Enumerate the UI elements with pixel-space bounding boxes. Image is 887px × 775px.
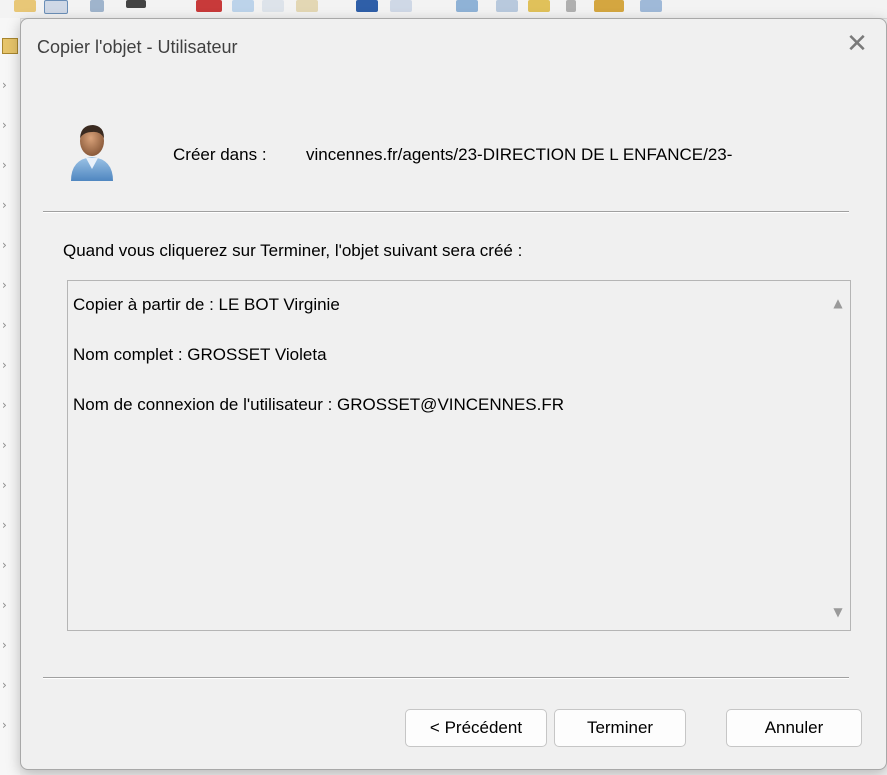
chevron-right-icon: › xyxy=(2,318,7,332)
toolbar-icon xyxy=(356,0,378,12)
chevron-right-icon: › xyxy=(2,238,7,252)
folder-icon xyxy=(2,38,18,54)
summary-line: Nom complet : GROSSET Violeta xyxy=(73,345,327,364)
toolbar-icon xyxy=(44,0,68,14)
summary-scrollbar[interactable]: ▲ ▼ xyxy=(826,281,850,630)
scroll-up-arrow-icon[interactable]: ▲ xyxy=(826,293,850,313)
toolbar-icon xyxy=(232,0,254,12)
chevron-right-icon: › xyxy=(2,678,7,692)
previous-button[interactable]: < Précédent xyxy=(405,709,547,747)
chevron-right-icon: › xyxy=(2,638,7,652)
cancel-button[interactable]: Annuler xyxy=(726,709,862,747)
chevron-right-icon: › xyxy=(2,558,7,572)
toolbar-icon xyxy=(90,0,104,12)
summary-textbox[interactable]: Copier à partir de : LE BOT Virginie Nom… xyxy=(67,280,851,631)
chevron-right-icon: › xyxy=(2,278,7,292)
user-icon xyxy=(71,125,113,181)
toolbar-icon xyxy=(528,0,550,12)
create-in-path: vincennes.fr/agents/23-DIRECTION DE L EN… xyxy=(306,145,733,164)
toolbar-icon xyxy=(14,0,36,12)
toolbar-icon xyxy=(390,0,412,12)
instruction-text: Quand vous cliquerez sur Terminer, l'obj… xyxy=(63,241,523,260)
toolbar-icon xyxy=(566,0,576,12)
dialog-title: Copier l'objet - Utilisateur xyxy=(37,37,238,57)
dialog-titlebar[interactable]: Copier l'objet - Utilisateur ✕ xyxy=(21,19,886,75)
chevron-right-icon: › xyxy=(2,118,7,132)
chevron-right-icon: › xyxy=(2,438,7,452)
divider xyxy=(43,677,849,679)
chevron-right-icon: › xyxy=(2,478,7,492)
create-in-label: Créer dans : xyxy=(173,145,267,164)
chevron-right-icon: › xyxy=(2,718,7,732)
chevron-right-icon: › xyxy=(2,598,7,612)
toolbar-icon xyxy=(496,0,518,12)
chevron-right-icon: › xyxy=(2,158,7,172)
toolbar-icon xyxy=(126,0,146,8)
background-tree-strip: › › › › › › › › › › › › › › › › › xyxy=(0,18,21,775)
chevron-right-icon: › xyxy=(2,78,7,92)
chevron-right-icon: › xyxy=(2,518,7,532)
summary-line: Copier à partir de : LE BOT Virginie xyxy=(73,295,340,314)
finish-button[interactable]: Terminer xyxy=(554,709,686,747)
toolbar-icon xyxy=(456,0,478,12)
toolbar-icon xyxy=(262,0,284,12)
toolbar-icon xyxy=(640,0,662,12)
chevron-right-icon: › xyxy=(2,398,7,412)
close-icon[interactable]: ✕ xyxy=(842,29,872,59)
divider xyxy=(43,211,849,213)
toolbar-icon xyxy=(594,0,624,12)
chevron-right-icon: › xyxy=(2,358,7,372)
copy-object-dialog: Copier l'objet - Utilisateur ✕ Créer dan… xyxy=(20,18,887,770)
scroll-down-arrow-icon[interactable]: ▼ xyxy=(826,602,850,622)
toolbar-icon xyxy=(196,0,222,12)
chevron-right-icon: › xyxy=(2,198,7,212)
toolbar-icon xyxy=(296,0,318,12)
summary-line: Nom de connexion de l'utilisateur : GROS… xyxy=(73,395,565,414)
background-toolbar xyxy=(0,0,887,19)
